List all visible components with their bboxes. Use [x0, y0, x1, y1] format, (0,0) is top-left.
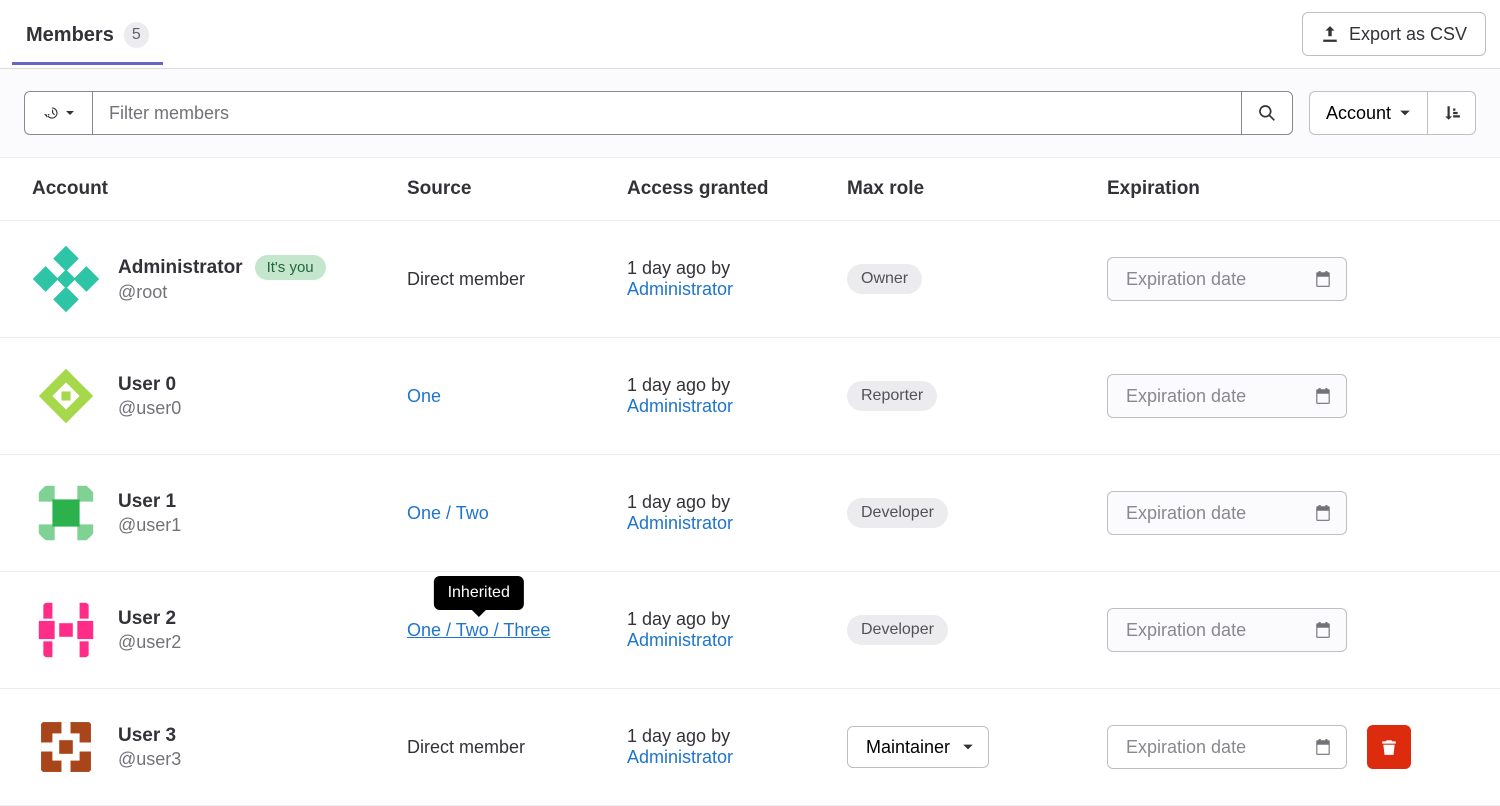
its-you-badge: It's you — [255, 255, 326, 280]
access-granted-by-link[interactable]: Administrator — [627, 396, 733, 416]
user-name[interactable]: Administrator — [118, 257, 243, 279]
role-badge: Reporter — [847, 381, 937, 411]
calendar-icon — [1314, 270, 1332, 288]
calendar-icon — [1314, 387, 1332, 405]
access-time: 1 day ago by — [627, 375, 823, 396]
chevron-down-icon — [1399, 107, 1411, 119]
table-row: User 0 @user0 One 1 day ago by Administr… — [0, 338, 1500, 455]
sort-dropdown[interactable]: Account — [1309, 91, 1428, 135]
calendar-icon — [1314, 621, 1332, 639]
tab-label: Members — [26, 24, 114, 47]
members-count-badge: 5 — [124, 22, 149, 48]
user-handle: @user0 — [118, 398, 181, 419]
members-table: Account Source Access granted Max role E… — [0, 158, 1500, 806]
col-account: Account — [0, 158, 395, 221]
export-label: Export as CSV — [1349, 24, 1467, 45]
avatar[interactable] — [32, 479, 100, 547]
tab-bar: Members 5 Export as CSV — [0, 0, 1500, 69]
table-row: User 2 @user2 InheritedOne / Two / Three… — [0, 572, 1500, 689]
col-role: Max role — [835, 158, 1095, 221]
user-handle: @user3 — [118, 749, 181, 770]
trash-icon — [1380, 738, 1398, 756]
access-time: 1 day ago by — [627, 609, 823, 630]
table-row: Administrator It's you @root Direct memb… — [0, 221, 1500, 338]
expiration-date-input: Expiration date — [1107, 374, 1347, 418]
role-dropdown[interactable]: Maintainer — [847, 726, 989, 768]
source-link[interactable]: One — [407, 386, 441, 406]
expiration-placeholder: Expiration date — [1126, 386, 1246, 407]
history-button[interactable] — [24, 91, 92, 135]
expiration-placeholder: Expiration date — [1126, 503, 1246, 524]
delete-member-button[interactable] — [1367, 725, 1411, 769]
calendar-icon — [1314, 504, 1332, 522]
sort-direction-button[interactable] — [1428, 91, 1476, 135]
tooltip-inherited: Inherited — [434, 576, 524, 610]
table-row: User 3 @user3 Direct member 1 day ago by… — [0, 689, 1500, 806]
access-time: 1 day ago by — [627, 492, 823, 513]
calendar-icon — [1314, 738, 1332, 756]
user-handle: @user1 — [118, 515, 181, 536]
avatar[interactable] — [32, 362, 100, 430]
search-icon — [1258, 104, 1276, 122]
role-value: Maintainer — [866, 737, 950, 758]
role-badge: Developer — [847, 615, 948, 645]
user-name[interactable]: User 0 — [118, 374, 176, 396]
user-name[interactable]: User 3 — [118, 725, 176, 747]
access-time: 1 day ago by — [627, 258, 823, 279]
expiration-date-input: Expiration date — [1107, 608, 1347, 652]
export-csv-button[interactable]: Export as CSV — [1302, 12, 1486, 56]
tab-members[interactable]: Members 5 — [12, 4, 163, 65]
avatar[interactable] — [32, 596, 100, 664]
user-handle: @root — [118, 282, 326, 303]
col-expiration: Expiration — [1095, 158, 1500, 221]
user-name[interactable]: User 2 — [118, 608, 176, 630]
source-link[interactable]: One / Two — [407, 503, 489, 523]
source-text: Direct member — [407, 269, 525, 289]
expiration-placeholder: Expiration date — [1126, 737, 1246, 758]
search-button[interactable] — [1241, 91, 1293, 135]
expiration-placeholder: Expiration date — [1126, 620, 1246, 641]
filter-bar: Account — [0, 69, 1500, 158]
role-badge: Developer — [847, 498, 948, 528]
col-source: Source — [395, 158, 615, 221]
expiration-date-input: Expiration date — [1107, 491, 1347, 535]
table-row: User 1 @user1 One / Two 1 day ago by Adm… — [0, 455, 1500, 572]
access-granted-by-link[interactable]: Administrator — [627, 279, 733, 299]
user-handle: @user2 — [118, 632, 181, 653]
sort-label: Account — [1326, 103, 1391, 124]
access-time: 1 day ago by — [627, 726, 823, 747]
sort-ascending-icon — [1443, 104, 1461, 122]
user-name[interactable]: User 1 — [118, 491, 176, 513]
avatar[interactable] — [32, 245, 100, 313]
access-granted-by-link[interactable]: Administrator — [627, 747, 733, 767]
col-access: Access granted — [615, 158, 835, 221]
access-granted-by-link[interactable]: Administrator — [627, 630, 733, 650]
expiration-placeholder: Expiration date — [1126, 269, 1246, 290]
access-granted-by-link[interactable]: Administrator — [627, 513, 733, 533]
expiration-date-input: Expiration date — [1107, 257, 1347, 301]
history-icon — [43, 104, 61, 122]
role-badge: Owner — [847, 264, 922, 294]
upload-icon — [1321, 25, 1339, 43]
chevron-down-icon — [962, 741, 974, 753]
expiration-date-input[interactable]: Expiration date — [1107, 725, 1347, 769]
avatar[interactable] — [32, 713, 100, 781]
chevron-down-icon — [65, 108, 75, 118]
filter-input[interactable] — [92, 91, 1241, 135]
source-text: Direct member — [407, 737, 525, 757]
